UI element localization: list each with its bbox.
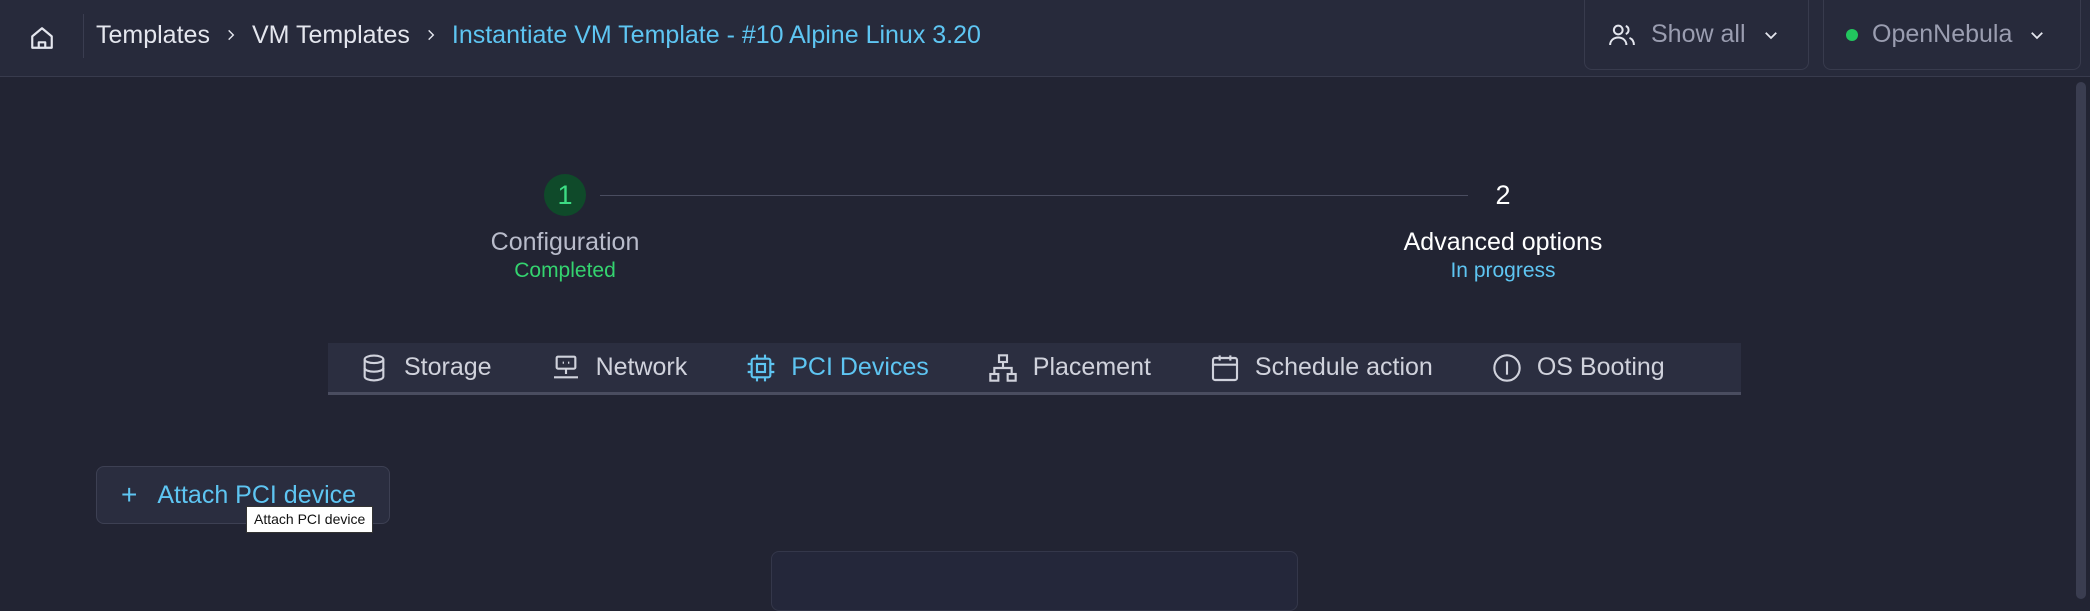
database-icon (358, 352, 390, 384)
tab-storage[interactable]: Storage (358, 343, 492, 392)
hierarchy-icon (987, 352, 1019, 384)
tab-pci-devices[interactable]: PCI Devices (745, 343, 929, 392)
step-1-indicator[interactable]: 1 (544, 174, 586, 216)
step-2-status: In progress (1450, 259, 1556, 282)
tab-pci-devices-label: PCI Devices (791, 353, 929, 381)
plus-icon: + (121, 479, 138, 510)
step-1-status: Completed (514, 259, 616, 282)
tab-os-booting-label: OS Booting (1536, 353, 1665, 381)
step-2-indicator[interactable]: 2 (1482, 174, 1524, 216)
tab-placement[interactable]: Placement (987, 343, 1151, 392)
tab-schedule-action[interactable]: Schedule action (1209, 343, 1433, 392)
stepper: 1 Configuration Completed 2 Advanced opt… (0, 0, 2090, 300)
attach-tooltip: Attach PCI device (246, 506, 374, 533)
tab-os-booting[interactable]: OS Booting (1491, 343, 1665, 392)
step-2-title[interactable]: Advanced options (1353, 228, 1653, 257)
calendar-icon (1209, 352, 1241, 384)
tab-schedule-action-label: Schedule action (1254, 353, 1433, 381)
tab-network[interactable]: Network (550, 343, 688, 392)
tab-storage-label: Storage (404, 353, 492, 381)
pci-device-card-placeholder (771, 551, 1298, 611)
tab-network-label: Network (595, 353, 688, 381)
tab-placement-label: Placement (1032, 353, 1151, 381)
stepper-connector (600, 195, 1468, 196)
info-circle-icon (1491, 352, 1523, 384)
chip-icon (745, 352, 777, 384)
step-1-title[interactable]: Configuration (415, 228, 715, 257)
network-icon (550, 352, 582, 384)
advanced-options-tabs: Storage Network PCI Devices Placement Sc… (328, 343, 1741, 395)
